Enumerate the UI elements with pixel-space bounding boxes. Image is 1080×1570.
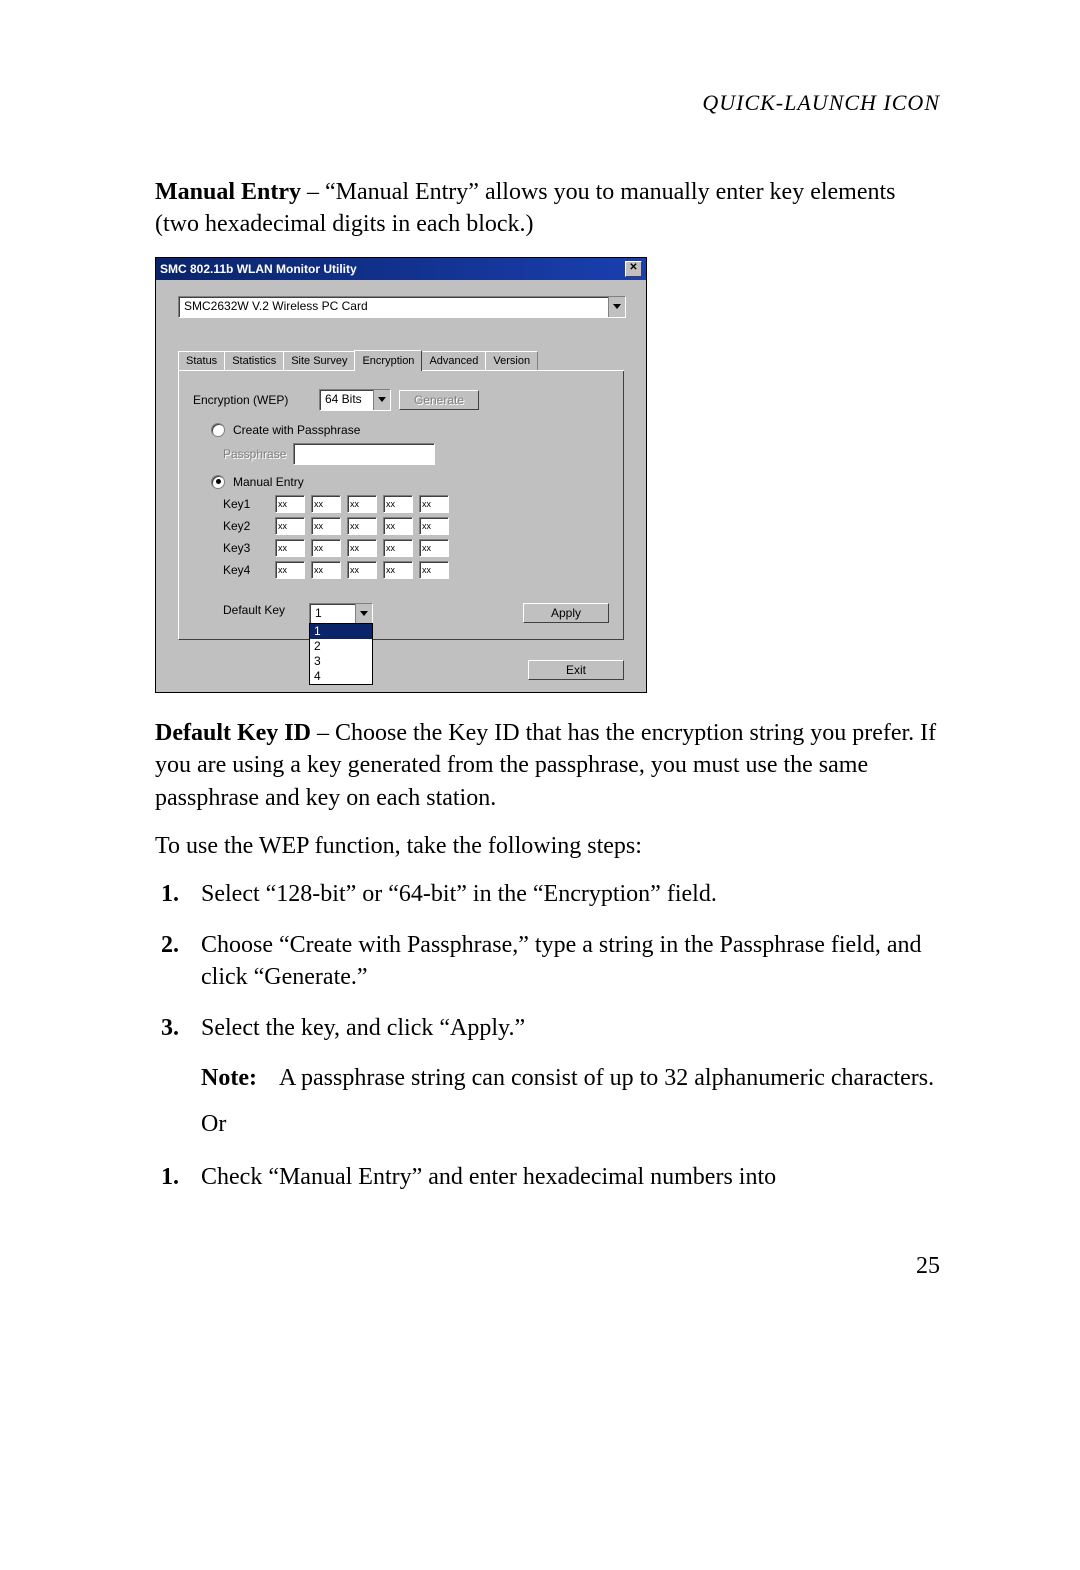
default-key-option-2[interactable]: 2 <box>310 639 372 654</box>
tab-status[interactable]: Status <box>178 351 225 370</box>
hex-input[interactable]: xx <box>383 495 413 513</box>
hex-input[interactable]: xx <box>311 517 341 535</box>
hex-input[interactable]: xx <box>347 539 377 557</box>
hex-input[interactable]: xx <box>419 517 449 535</box>
encryption-panel: Encryption (WEP) 64 Bits Generate Create… <box>178 370 624 640</box>
steps-list-1: Select “128-bit” or “64-bit” in the “Enc… <box>155 878 940 1044</box>
default-key-id-title: Default Key ID <box>155 720 311 746</box>
hex-input[interactable]: xx <box>311 495 341 513</box>
default-key-value: 1 <box>310 604 355 624</box>
tab-encryption[interactable]: Encryption <box>354 350 422 371</box>
passphrase-input[interactable] <box>293 443 435 465</box>
close-icon[interactable]: ✕ <box>625 261 642 277</box>
alt-step-1: Check “Manual Entry” and enter hexadecim… <box>155 1161 940 1193</box>
default-key-option-1[interactable]: 1 <box>310 624 372 639</box>
key-row-1: Key1xxxxxxxxxx <box>223 495 609 513</box>
encryption-wep-label: Encryption (WEP) <box>193 393 311 407</box>
manual-entry-title: Manual Entry <box>155 179 301 205</box>
hex-input[interactable]: xx <box>347 561 377 579</box>
hex-input[interactable]: xx <box>383 539 413 557</box>
window-title: SMC 802.11b WLAN Monitor Utility <box>160 262 357 276</box>
chevron-down-icon[interactable] <box>373 390 390 410</box>
hex-input[interactable]: xx <box>383 517 413 535</box>
default-key-label: Default Key <box>223 603 295 617</box>
titlebar: SMC 802.11b WLAN Monitor Utility ✕ <box>156 258 646 280</box>
hex-input[interactable]: xx <box>347 517 377 535</box>
page-number: 25 <box>155 1253 940 1280</box>
hex-input[interactable]: xx <box>275 539 305 557</box>
tab-site-survey[interactable]: Site Survey <box>283 351 355 370</box>
manual-entry-label: Manual Entry <box>233 475 304 489</box>
bits-value: 64 Bits <box>320 390 373 410</box>
card-select[interactable]: SMC2632W V.2 Wireless PC Card <box>178 296 626 318</box>
default-key-option-4[interactable]: 4 <box>310 669 372 684</box>
key-row-3: Key3xxxxxxxxxx <box>223 539 609 557</box>
default-key-options[interactable]: 1 2 3 4 <box>309 623 373 685</box>
manual-entry-paragraph: Manual Entry – “Manual Entry” allows you… <box>155 176 940 241</box>
wlan-utility-window: SMC 802.11b WLAN Monitor Utility ✕ SMC26… <box>155 257 647 693</box>
steps-list-2: Check “Manual Entry” and enter hexadecim… <box>155 1161 940 1193</box>
hex-input[interactable]: xx <box>347 495 377 513</box>
radio-create-passphrase[interactable] <box>211 423 225 437</box>
note-label: Note: <box>201 1062 271 1094</box>
tabstrip: Status Statistics Site Survey Encryption… <box>178 348 624 371</box>
key-row-4: Key4xxxxxxxxxx <box>223 561 609 579</box>
key-label: Key1 <box>223 497 269 511</box>
default-key-id-paragraph: Default Key ID – Choose the Key ID that … <box>155 717 940 814</box>
hex-input[interactable]: xx <box>311 539 341 557</box>
step-2: Choose “Create with Passphrase,” type a … <box>155 929 940 994</box>
tab-statistics[interactable]: Statistics <box>224 351 284 370</box>
note-text: A passphrase string can consist of up to… <box>279 1062 934 1094</box>
create-passphrase-label: Create with Passphrase <box>233 423 360 437</box>
hex-input[interactable]: xx <box>419 539 449 557</box>
hex-input[interactable]: xx <box>275 495 305 513</box>
chevron-down-icon[interactable] <box>608 297 625 317</box>
note-block: Note: A passphrase string can consist of… <box>155 1062 940 1094</box>
default-key-option-3[interactable]: 3 <box>310 654 372 669</box>
tab-advanced[interactable]: Advanced <box>421 351 486 370</box>
exit-button[interactable]: Exit <box>528 660 624 680</box>
chevron-down-icon[interactable] <box>355 604 372 624</box>
key-row-2: Key2xxxxxxxxxx <box>223 517 609 535</box>
key-label: Key2 <box>223 519 269 533</box>
step-3: Select the key, and click “Apply.” <box>155 1012 940 1044</box>
bits-select[interactable]: 64 Bits <box>319 389 391 411</box>
hex-input[interactable]: xx <box>419 561 449 579</box>
default-key-select[interactable]: 1 <box>309 603 373 625</box>
wep-intro: To use the WEP function, take the follow… <box>155 830 940 862</box>
hex-input[interactable]: xx <box>419 495 449 513</box>
apply-button[interactable]: Apply <box>523 603 609 623</box>
passphrase-label: Passphrase <box>223 447 285 461</box>
generate-button[interactable]: Generate <box>399 390 479 410</box>
or-text: Or <box>155 1108 940 1140</box>
radio-manual-entry[interactable] <box>211 475 225 489</box>
hex-input[interactable]: xx <box>311 561 341 579</box>
hex-input[interactable]: xx <box>275 517 305 535</box>
tab-version[interactable]: Version <box>485 351 538 370</box>
hex-input[interactable]: xx <box>275 561 305 579</box>
hex-input[interactable]: xx <box>383 561 413 579</box>
key-label: Key4 <box>223 563 269 577</box>
step-1: Select “128-bit” or “64-bit” in the “Enc… <box>155 878 940 910</box>
key-label: Key3 <box>223 541 269 555</box>
page-section-header: QUICK-LAUNCH ICON <box>155 90 940 116</box>
card-select-value: SMC2632W V.2 Wireless PC Card <box>179 297 608 317</box>
